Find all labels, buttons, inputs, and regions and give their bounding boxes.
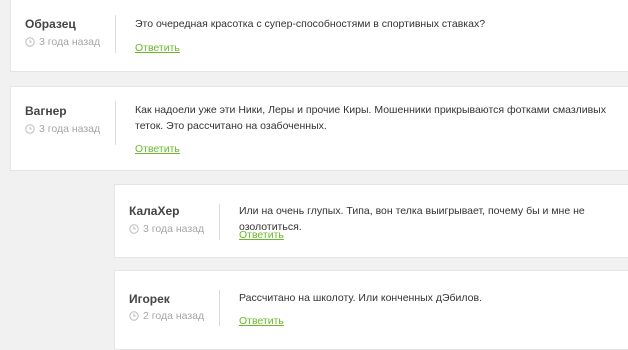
comment-card: Вагнер 3 года назад Как надоели уже эти … (10, 86, 628, 171)
comment-time-label: 3 года назад (39, 123, 101, 135)
comment-time: 3 года назад (25, 36, 100, 48)
comment-card: Игорек 2 года назад Рассчитано на школот… (114, 270, 628, 350)
clock-icon (129, 224, 139, 234)
comment-text: Рассчитано на школоту. Или конченных дЭб… (239, 292, 482, 304)
comment-author[interactable]: КалаХер (129, 204, 179, 218)
comment-time: 3 года назад (129, 223, 204, 235)
comment-divider (115, 101, 116, 145)
comment-text: Или на очень глупых. Типа, вон телка выи… (239, 205, 585, 233)
comment-divider (115, 15, 116, 53)
comment-author[interactable]: Вагнер (25, 104, 67, 118)
clock-icon (129, 311, 139, 321)
comment-time: 2 года назад (129, 310, 204, 322)
clock-icon (25, 37, 35, 47)
reply-button[interactable]: Ответить (239, 229, 284, 241)
comment-time-label: 3 года назад (39, 36, 101, 48)
comment-time-label: 2 года назад (143, 310, 205, 322)
comment-time: 3 года назад (25, 123, 100, 135)
comment-card: Образец 3 года назад Это очередная красо… (10, 0, 628, 72)
comment-author[interactable]: Образец (25, 17, 76, 31)
comment-divider (219, 204, 220, 240)
comment-time-label: 3 года назад (143, 223, 205, 235)
clock-icon (25, 124, 35, 134)
reply-button[interactable]: Ответить (135, 143, 180, 155)
comment-text: Как надоели уже эти Ники, Леры и прочие … (135, 104, 606, 132)
comment-card: КалаХер 3 года назад Или на очень глупых… (114, 184, 628, 258)
comment-text: Это очередная красотка с супер-способнос… (135, 18, 486, 30)
reply-button[interactable]: Ответить (239, 315, 284, 327)
comment-author[interactable]: Игорек (129, 292, 170, 306)
comment-divider (219, 290, 220, 326)
reply-button[interactable]: Ответить (135, 42, 180, 54)
